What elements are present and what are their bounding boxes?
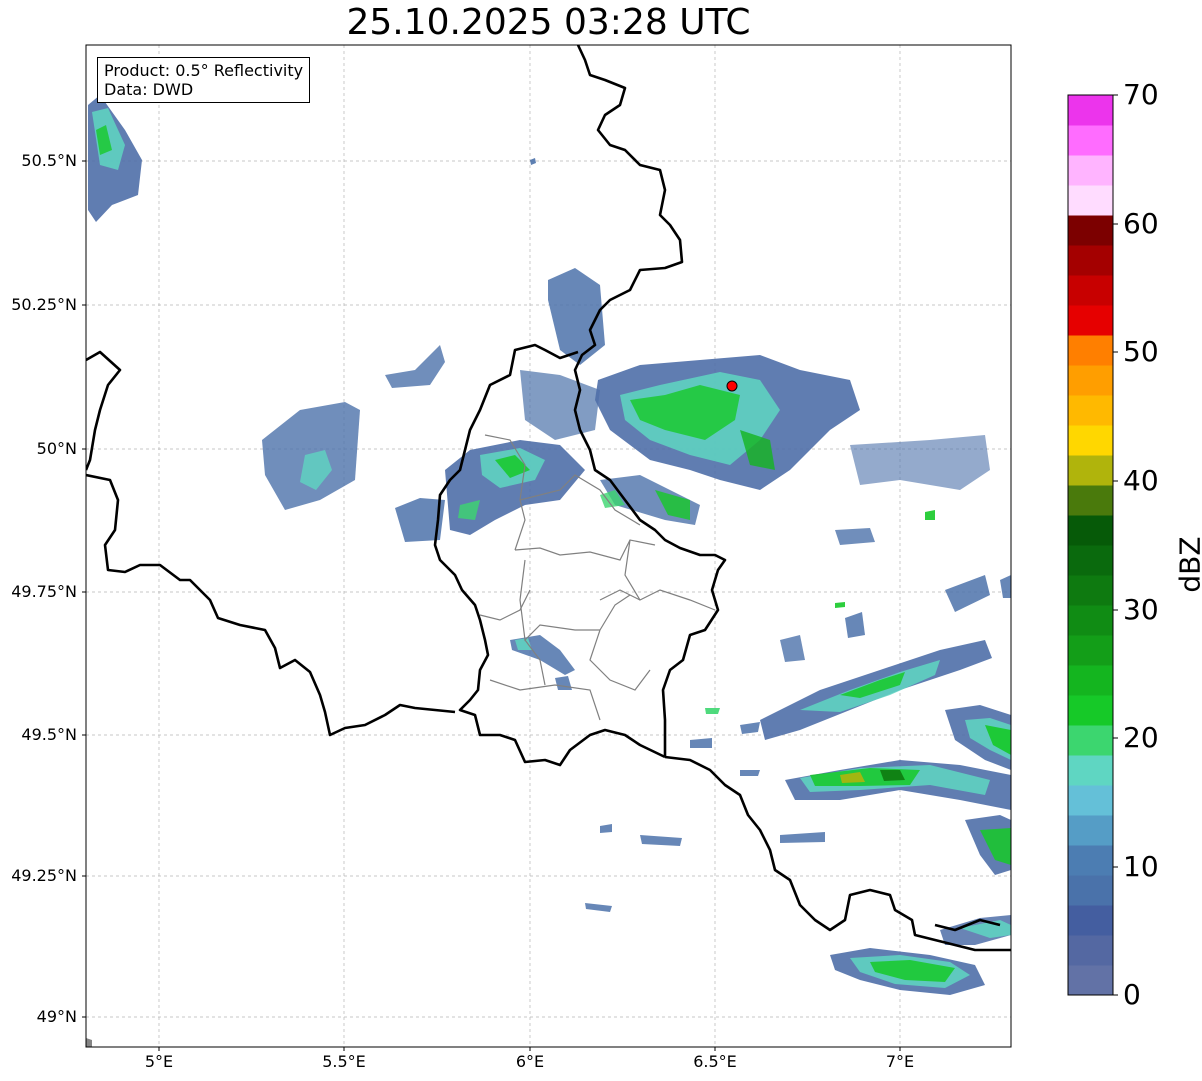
colorbar-segment	[1068, 95, 1113, 126]
lon-label: 5.5°E	[322, 1052, 366, 1071]
lat-label: 49.75°N	[11, 582, 77, 601]
lat-label: 49.25°N	[11, 866, 77, 885]
colorbar-segment	[1068, 875, 1113, 906]
colorbar-segment	[1068, 245, 1113, 276]
data-source-text: Data: DWD	[104, 80, 194, 99]
colorbar-title: dBZ	[1173, 536, 1202, 593]
colorbar-tick-label: 10	[1123, 850, 1159, 883]
colorbar-segment	[1068, 395, 1113, 426]
colorbar	[1068, 95, 1113, 996]
colorbar-segment	[1068, 785, 1113, 816]
colorbar-segment	[1068, 455, 1113, 486]
colorbar-segment	[1068, 845, 1113, 876]
colorbar-segment	[1068, 605, 1113, 636]
colorbar-segment	[1068, 485, 1113, 516]
colorbar-segment	[1068, 575, 1113, 606]
colorbar-segment	[1068, 725, 1113, 756]
lat-label: 49°N	[36, 1007, 77, 1026]
radar-echoes	[86, 95, 1011, 1047]
colorbar-segment	[1068, 125, 1113, 156]
map-frame	[85, 44, 1012, 1048]
lon-label: 5°E	[144, 1052, 174, 1071]
colorbar-tick-label: 50	[1123, 335, 1159, 368]
colorbar-segment	[1068, 965, 1113, 996]
colorbar-segment	[1068, 905, 1113, 936]
lat-label: 50.5°N	[21, 151, 77, 170]
colorbar-segment	[1068, 215, 1113, 246]
lat-label: 50°N	[36, 439, 77, 458]
colorbar-segment	[1068, 305, 1113, 336]
lon-label: 7°E	[885, 1052, 915, 1071]
colorbar-segment	[1068, 635, 1113, 666]
colorbar-tick-label: 30	[1123, 593, 1159, 626]
colorbar-segment	[1068, 185, 1113, 216]
colorbar-segment	[1068, 815, 1113, 846]
colorbar-segment	[1068, 515, 1113, 546]
colorbar-segment	[1068, 275, 1113, 306]
colorbar-tick-label: 40	[1123, 464, 1159, 497]
colorbar-segment	[1068, 695, 1113, 726]
colorbar-segment	[1068, 545, 1113, 576]
colorbar-tick-label: 70	[1123, 78, 1159, 111]
radar-site-marker	[726, 380, 738, 392]
product-info-box: Product: 0.5° Reflectivity Data: DWD	[97, 57, 311, 103]
colorbar-tick-label: 20	[1123, 721, 1159, 754]
colorbar-tick-label: 0	[1123, 978, 1141, 1011]
product-text: Product: 0.5° Reflectivity	[104, 61, 304, 80]
lon-label: 6.5°E	[693, 1052, 737, 1071]
colorbar-segment	[1068, 755, 1113, 786]
lat-label: 49.5°N	[21, 725, 77, 744]
colorbar-tick-label: 60	[1123, 207, 1159, 240]
gridlines	[86, 45, 1011, 1047]
radar-map	[82, 44, 1118, 1051]
colorbar-segment	[1068, 425, 1113, 456]
colorbar-segment	[1068, 935, 1113, 966]
lat-label: 50.25°N	[11, 295, 77, 314]
colorbar-segment	[1068, 665, 1113, 696]
colorbar-segment	[1068, 155, 1113, 186]
colorbar-segment	[1068, 335, 1113, 366]
lon-label: 6°E	[515, 1052, 545, 1071]
colorbar-segment	[1068, 365, 1113, 396]
